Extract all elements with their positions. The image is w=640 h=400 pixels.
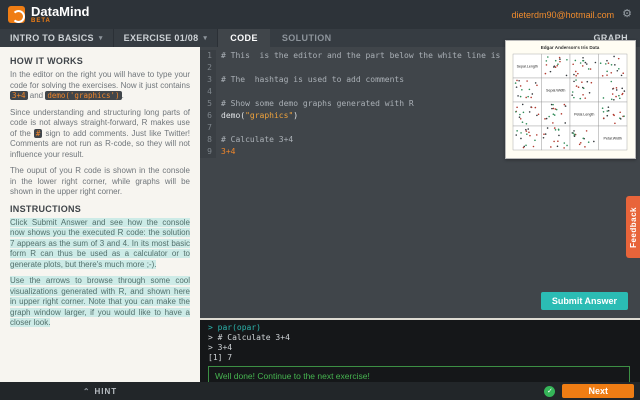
console-line: > par(opar) [208, 323, 261, 332]
chevron-up-icon: ⌃ [82, 386, 91, 396]
sidebar: HOW IT WORKS In the editor on the right … [0, 47, 200, 382]
how-it-works-paragraph-3: The ouput of you R code is shown in the … [10, 166, 190, 196]
code-line-text: # The hashtag is used to add comments [221, 75, 405, 84]
course-dropdown-label: INTRO TO BASICS [10, 33, 94, 43]
console-line: > 3+4 [208, 343, 233, 352]
exercise-dropdown-label: EXERCISE 01/08 [123, 33, 199, 43]
line-number: 6 [200, 110, 216, 122]
console[interactable]: > par(opar) > # Calculate 3+4 > 3+4 [1] 7 W… [200, 318, 640, 382]
chevron-down-icon: ▾ [203, 35, 208, 42]
svg-text:Sepal.Width: Sepal.Width [546, 88, 565, 92]
gear-icon[interactable]: ⚙ [622, 9, 632, 20]
top-bar: DataMind BETA dieterdm90@hotmail.com ⚙ [0, 0, 640, 29]
tab-solution[interactable]: SOLUTION [270, 29, 344, 47]
course-dropdown[interactable]: INTRO TO BASICS ▾ [0, 29, 114, 47]
how-it-works-paragraph-2: Since understanding and structuring long… [10, 107, 190, 159]
submit-answer-button[interactable]: Submit Answer [540, 292, 628, 310]
console-line: [1] 7 [208, 353, 233, 362]
svg-text:Edgar Anderson's Iris Data: Edgar Anderson's Iris Data [541, 45, 600, 50]
line-number: 3 [200, 74, 216, 86]
code-line-text: # Show some demo graphs generated with R [221, 99, 414, 108]
svg-text:Sepal.Length: Sepal.Length [517, 64, 538, 68]
line-number: 5 [200, 98, 216, 110]
code-line-text: # Calculate 3+4 [221, 135, 294, 144]
console-lines: > par(opar) > # Calculate 3+4 > 3+4 [1] 7 [200, 323, 640, 363]
instructions-paragraph-2: Use the arrows to browse through some co… [10, 276, 190, 327]
inline-code-chip: 3+4 [10, 91, 28, 100]
bottom-bar: ⌃ HINT ✓ Next [0, 382, 640, 400]
line-number: 7 [200, 122, 216, 134]
tab-code[interactable]: CODE [218, 29, 270, 47]
exercise-dropdown[interactable]: EXERCISE 01/08 ▾ [114, 29, 219, 47]
app-title: DataMind [31, 3, 90, 19]
line-number: 8 [200, 134, 216, 146]
check-icon: ✓ [544, 385, 556, 397]
datamind-logo-icon [8, 6, 25, 23]
how-it-works-heading: HOW IT WORKS [10, 56, 84, 66]
graph-thumbnail[interactable]: Edgar Anderson's Iris Data Sepal.Length Se… [505, 40, 636, 159]
app-window: DataMind BETA dieterdm90@hotmail.com ⚙ I… [0, 0, 640, 400]
logo-block: DataMind BETA [31, 3, 90, 24]
hint-button[interactable]: ⌃ HINT [0, 387, 200, 396]
feedback-tab-label: Feedback [628, 206, 638, 248]
line-number: 9 [200, 146, 216, 158]
console-line: > # Calculate 3+4 [208, 333, 290, 342]
svg-text:Petal.Length: Petal.Length [574, 112, 594, 116]
instructions-paragraph-1: Click Submit Answer and see how the cons… [10, 217, 190, 269]
next-button[interactable]: Next [562, 384, 634, 398]
feedback-tab[interactable]: Feedback [626, 196, 640, 258]
inline-code-chip: demo('graphics') [45, 91, 122, 100]
hint-label: HINT [94, 386, 118, 396]
instructions-heading: INSTRUCTIONS [10, 203, 82, 214]
iris-pairs-plot: Edgar Anderson's Iris Data Sepal.Length Se… [512, 45, 628, 151]
console-success-message: Well done! Continue to the next exercise… [208, 366, 630, 382]
chevron-down-icon: ▾ [98, 35, 103, 42]
line-number: 1 [200, 50, 216, 62]
code-line-text: demo("graphics") [221, 111, 299, 120]
code-line-text: 3+4 [221, 147, 236, 156]
account-email[interactable]: dieterdm90@hotmail.com [511, 10, 614, 20]
line-number: 2 [200, 62, 216, 74]
line-number: 4 [200, 86, 216, 98]
how-it-works-paragraph-1: In the editor on the right you will have… [10, 70, 190, 100]
svg-text:Petal.Width: Petal.Width [604, 136, 622, 140]
